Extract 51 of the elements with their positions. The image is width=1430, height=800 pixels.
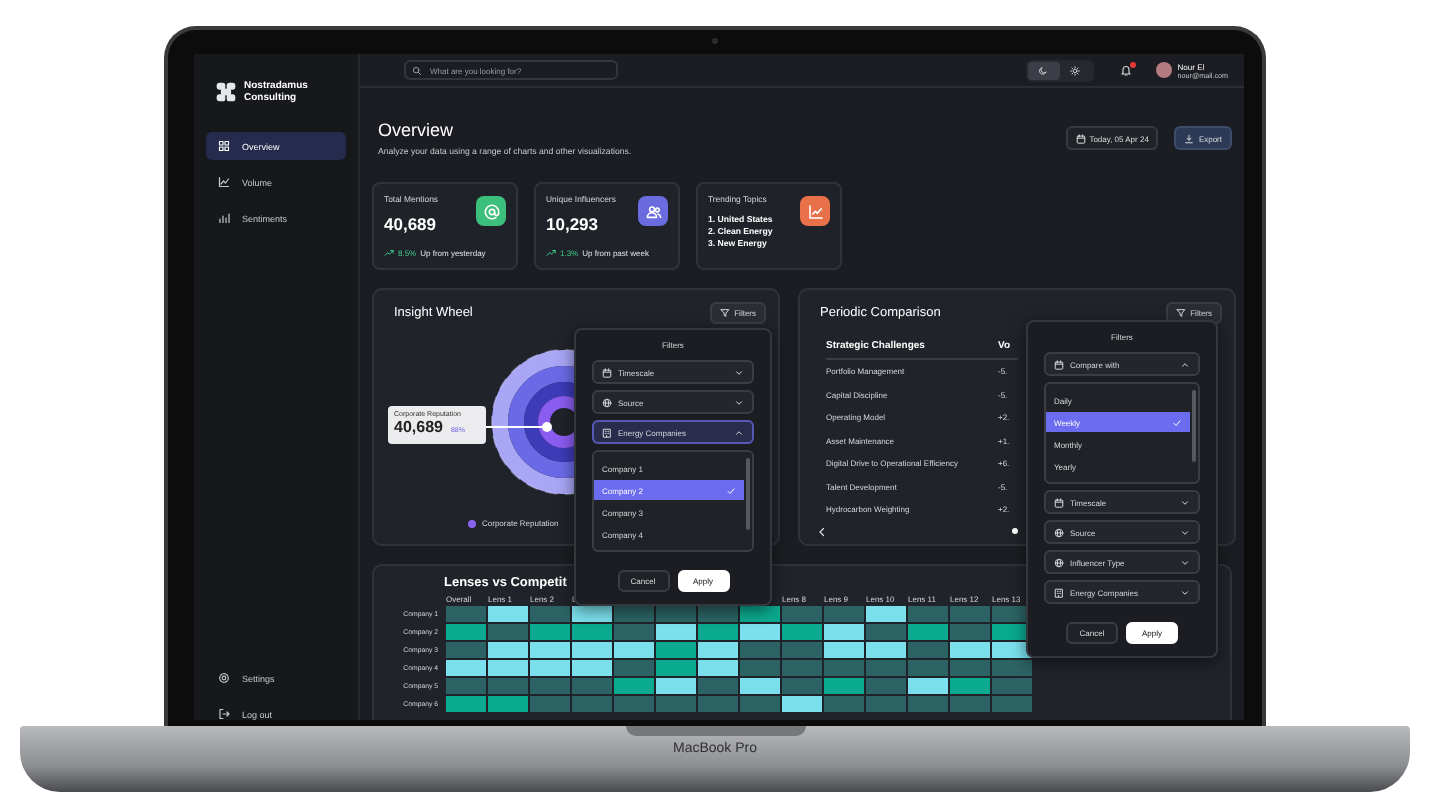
chevron-down-icon: [1180, 587, 1190, 597]
previous-button[interactable]: [816, 525, 828, 537]
filter-icon: [1176, 307, 1187, 317]
calendar-icon: [1054, 497, 1064, 507]
chevron-down-icon: [734, 367, 744, 377]
chevron-up-icon: [734, 427, 744, 437]
tooltip-value: 40,689: [394, 418, 443, 436]
segment-marker: [542, 422, 552, 432]
chevron-down-icon: [1180, 527, 1190, 537]
calendar-icon: [1075, 133, 1086, 143]
building-icon: [1054, 587, 1064, 597]
page-title: Overview: [378, 120, 456, 140]
scrollbar-thumb[interactable]: [1192, 390, 1196, 462]
chevron-down-icon: [1180, 557, 1190, 567]
pager-dot[interactable]: [1012, 528, 1018, 534]
download-icon: [1184, 133, 1195, 143]
scrollbar-thumb[interactable]: [746, 458, 750, 530]
calendar-icon: [602, 367, 612, 377]
chevron-up-icon: [1180, 359, 1190, 369]
avatar[interactable]: [1155, 62, 1172, 78]
bar-chart-icon: [218, 212, 230, 224]
globe-icon: [1054, 527, 1064, 537]
chevron-left-icon: [816, 525, 828, 537]
theme-option[interactable]: [1027, 61, 1060, 79]
moon-icon: [1038, 65, 1049, 75]
line-chart-icon: [218, 176, 230, 188]
chevron-down-icon: [1180, 497, 1190, 507]
leader-line: [486, 426, 546, 428]
card-value: 40,689: [384, 214, 438, 234]
globe-icon: [602, 397, 612, 407]
logo-icon: [216, 82, 236, 102]
card-value: 10,293: [546, 214, 600, 234]
camera-dot: [712, 38, 718, 44]
settings-icon: [218, 672, 230, 684]
calendar-icon: [1054, 359, 1064, 369]
sun-icon: [1070, 65, 1081, 75]
logout-icon: [218, 708, 230, 720]
trend-chart-icon: [807, 203, 823, 219]
grid-icon: [218, 140, 230, 152]
filter-icon: [720, 307, 731, 317]
globe-icon: [1054, 557, 1064, 567]
trend-up-icon: [546, 248, 556, 258]
check-icon: [1172, 417, 1182, 427]
bell-icon: [1119, 64, 1132, 76]
building-icon: [602, 427, 612, 437]
at-sign-icon: [483, 203, 499, 219]
check-icon: [726, 485, 736, 495]
chevron-down-icon: [734, 397, 744, 407]
search-icon: [412, 65, 422, 75]
people-icon: [645, 203, 661, 219]
trend-up-icon: [384, 248, 394, 258]
